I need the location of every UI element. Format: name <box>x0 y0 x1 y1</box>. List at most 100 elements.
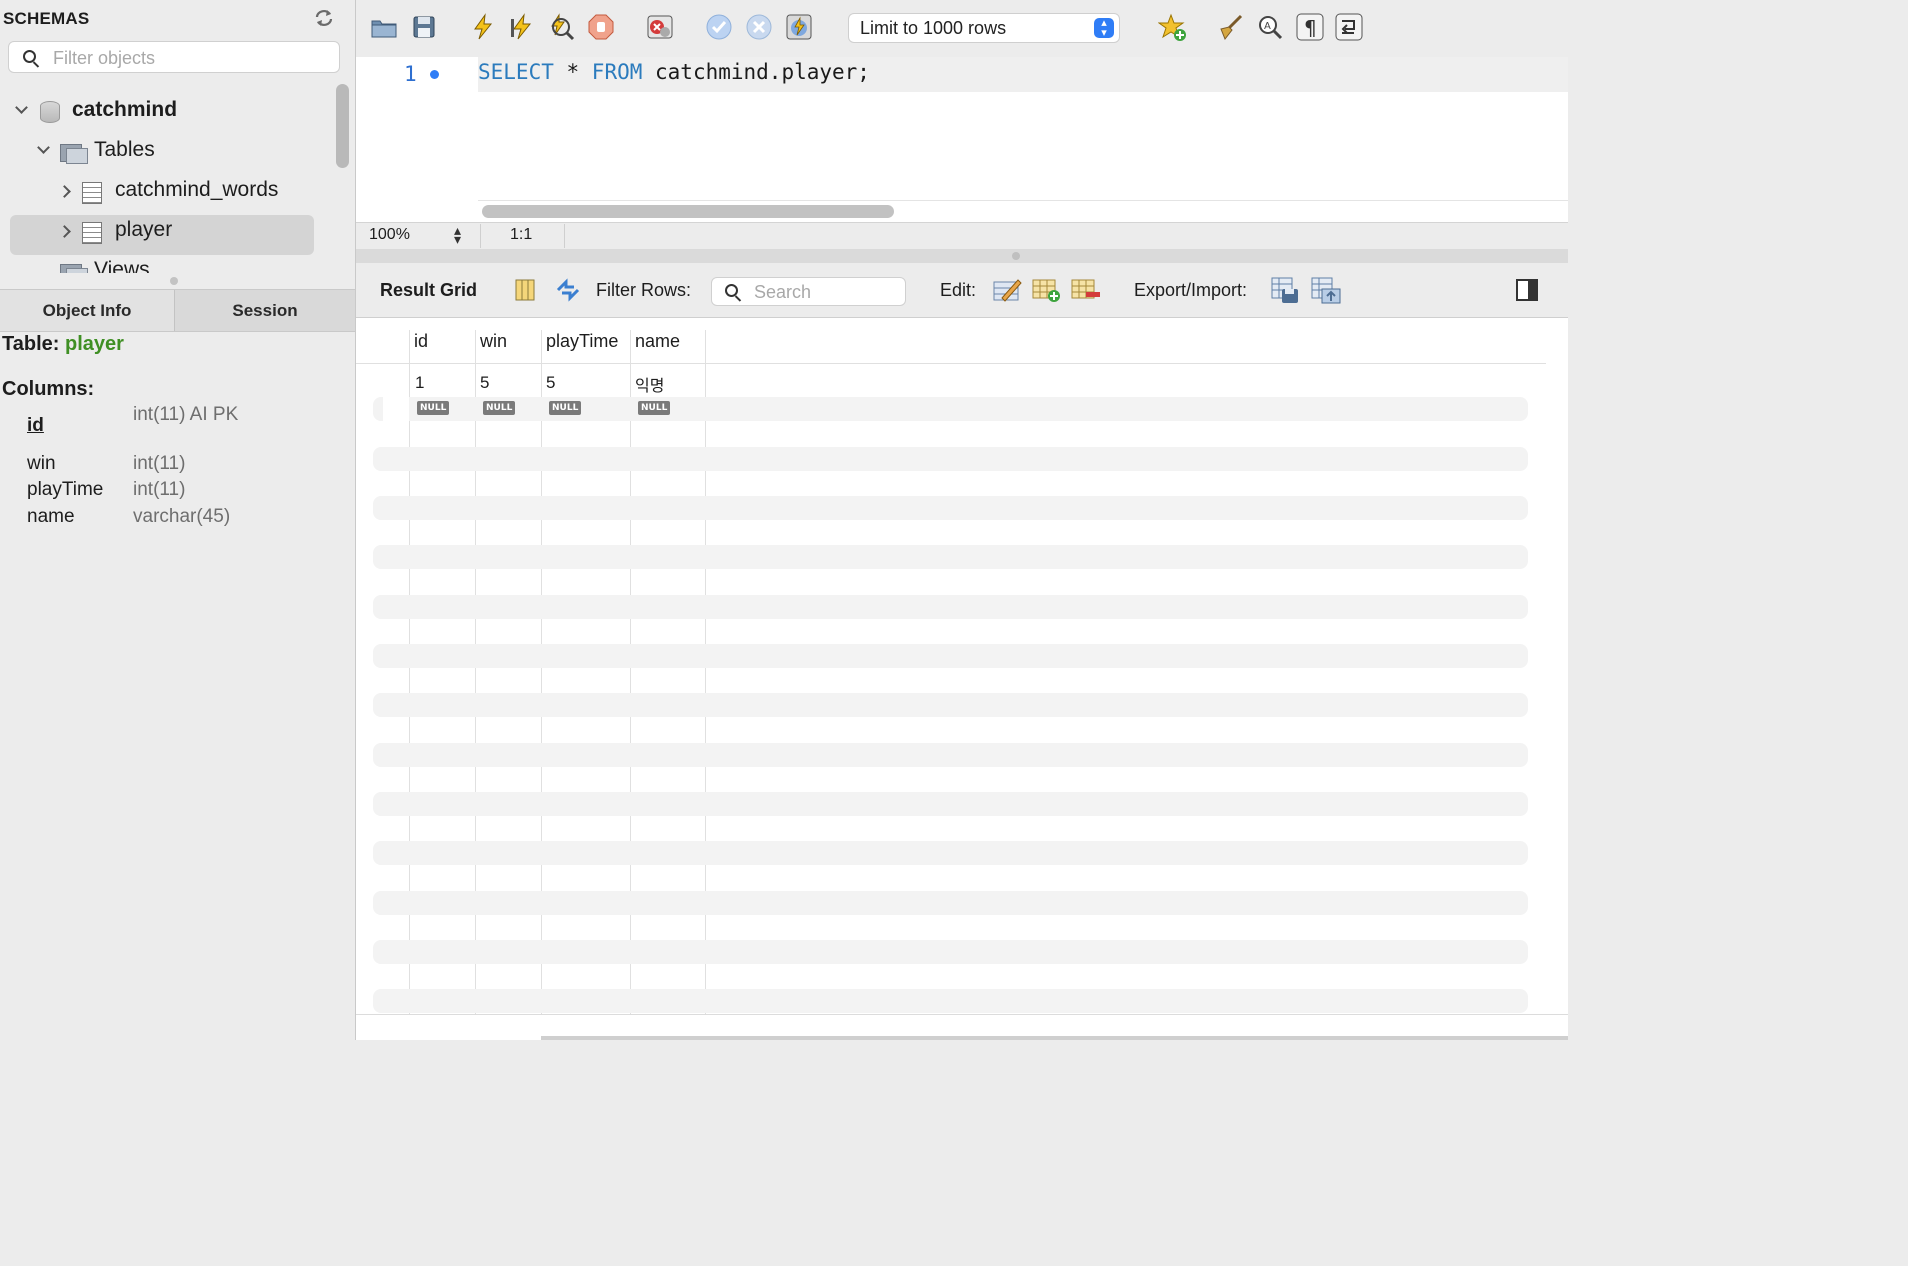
search-icon <box>725 284 738 297</box>
toggle-panel-icon[interactable] <box>1516 279 1538 301</box>
column-name-id: id <box>27 415 44 436</box>
cell-playtime[interactable]: 5 <box>546 373 555 393</box>
column-type: int(11) <box>133 479 186 500</box>
editor-horizontal-scrollbar[interactable] <box>482 205 894 218</box>
table-icon <box>82 222 102 244</box>
svg-text:A: A <box>1264 21 1271 32</box>
autocommit-icon[interactable] <box>785 13 813 41</box>
column-header-win[interactable]: win <box>480 331 507 352</box>
filter-objects-input[interactable]: Filter objects <box>8 41 340 73</box>
filter-rows-label: Filter Rows: <box>596 280 692 300</box>
zoom-stepper-icon[interactable]: ▴ ▾ <box>454 223 461 246</box>
table-row-stripe <box>373 447 1528 471</box>
add-row-icon[interactable] <box>1031 276 1061 304</box>
tree-scrollbar[interactable] <box>336 84 349 168</box>
statement-marker-icon <box>430 70 439 79</box>
database-icon <box>40 101 60 123</box>
import-icon[interactable] <box>1310 275 1342 305</box>
sidebar-split-handle[interactable] <box>170 277 178 285</box>
sql-keyword: SELECT <box>478 60 554 84</box>
column-type: int(11) AI PK <box>133 404 239 425</box>
edit-row-icon[interactable] <box>992 276 1022 304</box>
edit-label: Edit: <box>940 280 977 300</box>
table-info-heading: Table: player <box>2 333 124 356</box>
search-placeholder: Search <box>754 282 812 302</box>
tree-item-views[interactable]: Views <box>0 254 330 273</box>
editor-gutter <box>356 57 478 222</box>
tree-item-tables[interactable]: Tables <box>0 134 330 170</box>
stop-icon[interactable] <box>587 13 615 41</box>
rollback-icon[interactable] <box>745 13 773 41</box>
grid-columns-icon[interactable] <box>513 278 537 302</box>
null-badge[interactable]: NULL <box>549 401 582 415</box>
folder-icon <box>60 262 88 273</box>
tree-item-catchmind-words[interactable]: catchmind_words <box>0 174 330 210</box>
sql-token: catchmind.player; <box>642 60 870 84</box>
beautify-icon[interactable] <box>1217 13 1245 41</box>
row-selector[interactable] <box>383 397 409 421</box>
limit-rows-select[interactable]: Limit to 1000 rows ▴ ▾ <box>848 13 1120 43</box>
find-icon[interactable]: A <box>1256 13 1284 41</box>
zoom-level[interactable]: 100% <box>369 226 410 244</box>
select-arrows-icon: ▴ ▾ <box>1094 18 1114 39</box>
null-badge[interactable]: NULL <box>483 401 516 415</box>
execute-icon[interactable] <box>469 13 497 41</box>
table-row-stripe <box>373 545 1528 569</box>
chevron-down-icon[interactable] <box>15 101 28 114</box>
editor-result-splitter[interactable] <box>356 249 1568 263</box>
cell-win[interactable]: 5 <box>480 373 489 393</box>
folder-icon <box>60 142 88 164</box>
toggle-error-icon[interactable] <box>646 13 674 41</box>
table-row-stripe <box>373 595 1528 619</box>
commit-icon[interactable] <box>705 13 733 41</box>
schema-name: catchmind <box>72 98 178 121</box>
add-snippet-icon[interactable] <box>1157 13 1186 41</box>
null-badge[interactable]: NULL <box>417 401 450 415</box>
sql-statement[interactable]: SELECT * FROM catchmind.player; <box>478 60 870 84</box>
cell-id[interactable]: 1 <box>415 373 424 393</box>
refresh-results-icon[interactable] <box>554 278 582 302</box>
column-name-win: win <box>27 453 56 474</box>
splitter-handle[interactable] <box>1012 252 1020 260</box>
table-icon <box>82 182 102 204</box>
result-grid[interactable] <box>356 318 1568 1040</box>
column-header-playtime[interactable]: playTime <box>546 331 618 352</box>
tab-object-info[interactable]: Object Info <box>0 290 175 331</box>
delete-row-icon[interactable] <box>1070 276 1102 304</box>
chevron-down-icon[interactable] <box>37 141 50 154</box>
null-badge[interactable]: NULL <box>638 401 671 415</box>
explain-icon[interactable] <box>547 13 575 41</box>
sql-keyword: FROM <box>591 60 643 84</box>
save-icon[interactable] <box>410 13 438 41</box>
table-name: catchmind_words <box>115 178 279 201</box>
table-row-stripe <box>373 397 1528 421</box>
export-icon[interactable] <box>1270 275 1300 305</box>
result-grid-title: Result Grid <box>380 280 478 300</box>
svg-text:¶: ¶ <box>1304 16 1317 40</box>
table-row-stripe <box>373 693 1528 717</box>
tree-item-player[interactable]: player <box>0 214 330 250</box>
tab-session[interactable]: Session <box>175 290 355 331</box>
views-label: Views <box>94 258 150 273</box>
table-row-stripe <box>373 743 1528 767</box>
status-divider <box>564 224 565 248</box>
execute-current-icon[interactable] <box>508 13 536 41</box>
column-name-playtime: playTime <box>27 479 104 500</box>
tree-item-catchmind[interactable]: catchmind <box>0 94 330 130</box>
table-row-stripe <box>373 841 1528 865</box>
chevron-right-icon[interactable] <box>58 185 71 198</box>
header-divider <box>356 363 1546 364</box>
sql-token: * <box>553 60 592 84</box>
schema-tree: catchmind Tables catchmind_words player … <box>0 80 330 273</box>
wrap-icon[interactable] <box>1335 13 1363 41</box>
grid-horizontal-scrollbar[interactable] <box>541 1036 1568 1040</box>
filter-rows-search-input[interactable]: Search <box>711 277 906 306</box>
column-header-id[interactable]: id <box>414 331 428 352</box>
column-header-name[interactable]: name <box>635 331 680 352</box>
chevron-right-icon[interactable] <box>58 225 71 238</box>
invisibles-icon[interactable]: ¶ <box>1296 13 1324 41</box>
table-row-stripe <box>373 792 1528 816</box>
open-folder-icon[interactable] <box>370 13 398 41</box>
refresh-icon[interactable] <box>313 8 335 28</box>
cell-name[interactable]: 익명 <box>635 372 664 396</box>
